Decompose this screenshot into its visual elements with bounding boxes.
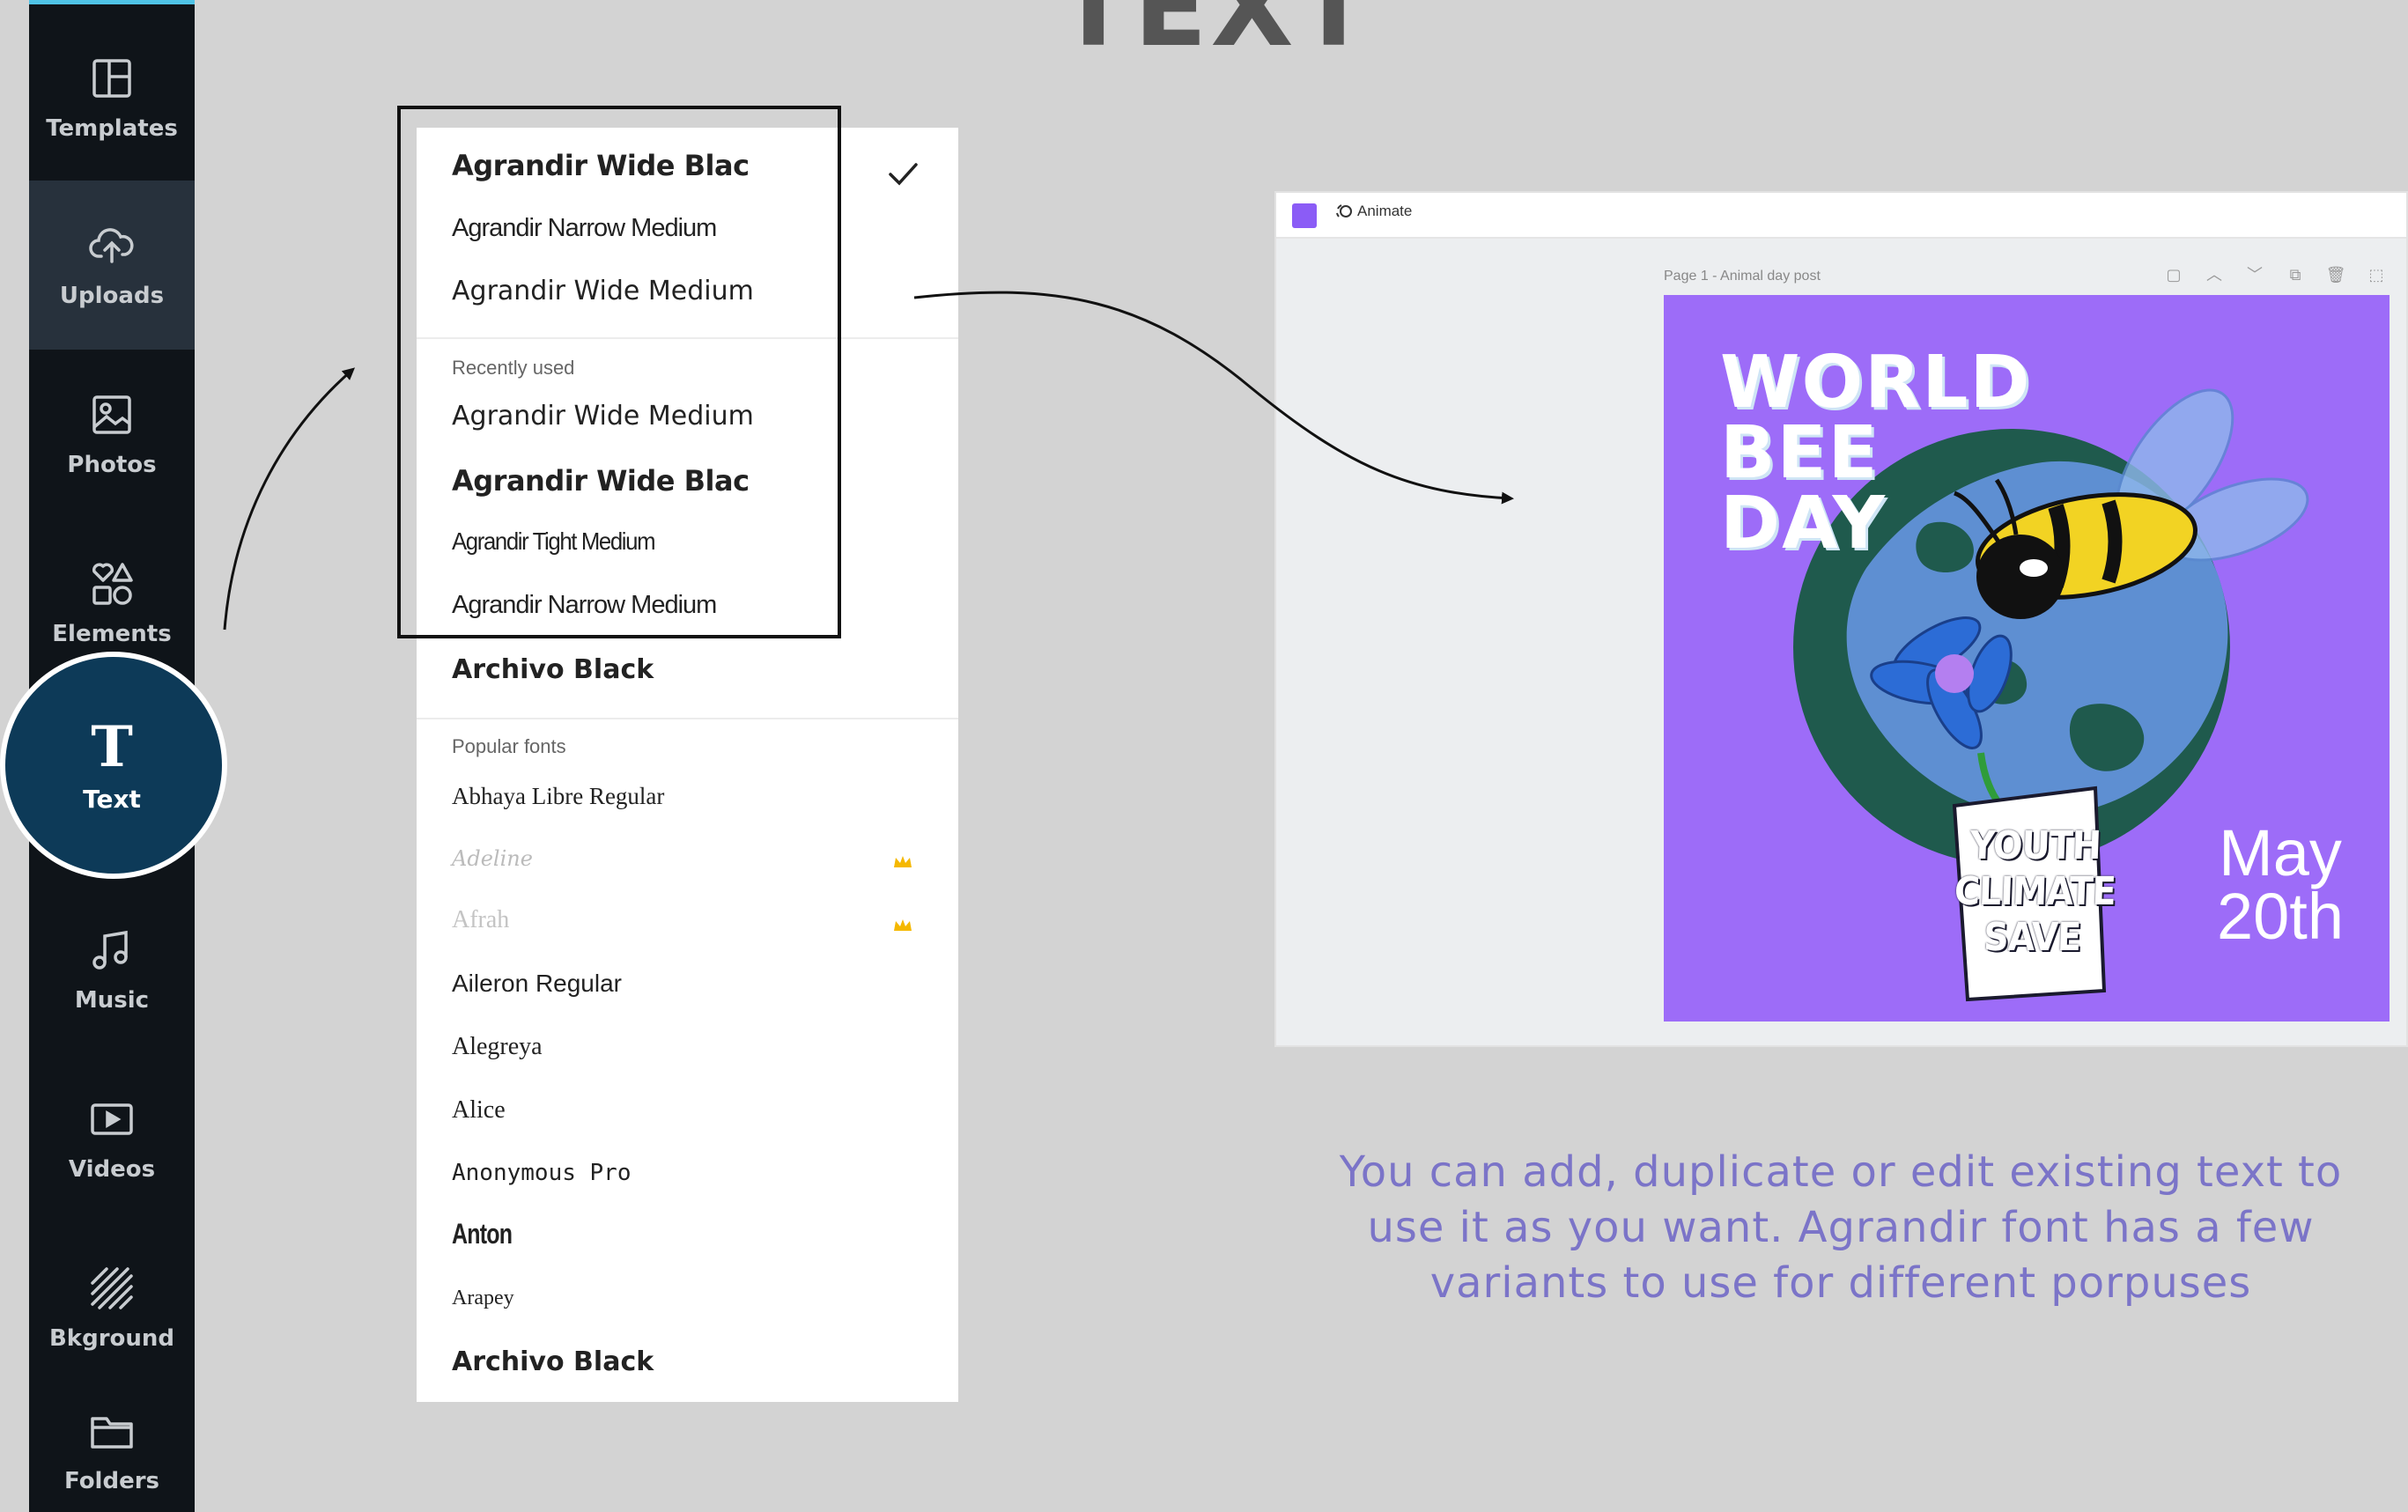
sidebar-item-label: Bkground bbox=[48, 1325, 175, 1352]
date-line: 20th bbox=[2216, 880, 2345, 953]
cloud-upload-icon bbox=[89, 228, 134, 263]
page-title: TEXT bbox=[1057, 0, 1374, 70]
headline-line: BEE bbox=[1720, 411, 1880, 495]
design-preview: Animate Page 1 - Animal day post ▢ ︿ ﹀ ⧉… bbox=[1274, 191, 2408, 1047]
font-option[interactable]: Anonymous Pro bbox=[452, 1160, 632, 1186]
add-page-icon[interactable]: ⬚ bbox=[2366, 265, 2387, 286]
sidebar-item-label: Photos bbox=[67, 452, 157, 478]
chevron-down-icon[interactable]: ﹀ bbox=[2244, 265, 2265, 286]
font-dropdown: Agrandir Wide Blac Agrandir Narrow Mediu… bbox=[417, 128, 958, 1402]
music-note-icon bbox=[92, 930, 128, 970]
color-swatch[interactable] bbox=[1292, 203, 1317, 228]
sidebar-item-label: Templates bbox=[46, 115, 178, 142]
animate-label: Animate bbox=[1357, 203, 1413, 219]
sign-line: YOUTH bbox=[1969, 823, 2101, 868]
headline-line: DAY bbox=[1720, 482, 1887, 565]
shapes-icon bbox=[92, 563, 133, 605]
note-icon[interactable]: ▢ bbox=[2163, 265, 2184, 286]
font-option[interactable]: Archivo Black bbox=[452, 654, 654, 685]
font-option[interactable]: Agrandir Tight Medium bbox=[452, 527, 656, 556]
description-text: You can add, duplicate or edit existing … bbox=[1339, 1147, 2343, 1308]
font-option[interactable]: Agrandir Narrow Medium bbox=[452, 214, 717, 243]
check-icon bbox=[889, 163, 918, 186]
design-headline[interactable]: WORLD BEE DAY bbox=[1720, 341, 2032, 565]
headline-line: WORLD bbox=[1720, 341, 2032, 424]
video-play-icon bbox=[91, 1103, 133, 1135]
artboard[interactable]: WORLD BEE DAY YOUTH CLIMATE SAVE May 20t… bbox=[1664, 295, 2390, 1022]
sign-line: SAVE bbox=[1983, 915, 2082, 960]
sidebar-item-label: Elements bbox=[52, 621, 172, 647]
duplicate-icon[interactable]: ⧉ bbox=[2285, 265, 2306, 286]
font-option[interactable]: Archivo Black bbox=[452, 1346, 654, 1377]
sidebar-item-label: Folders bbox=[63, 1468, 160, 1494]
font-option[interactable]: Agrandir Wide Medium bbox=[452, 401, 754, 431]
animate-button[interactable]: Animate bbox=[1334, 202, 1412, 221]
sidebar-item-videos[interactable]: Videos bbox=[29, 1054, 195, 1223]
crown-icon bbox=[894, 919, 912, 931]
trash-icon[interactable]: 🗑 bbox=[2325, 265, 2346, 286]
sign-text[interactable]: YOUTH CLIMATE SAVE bbox=[1952, 823, 2116, 961]
page-tools: ▢ ︿ ﹀ ⧉ 🗑 ⬚ bbox=[2163, 265, 2387, 286]
image-icon bbox=[92, 395, 131, 434]
sidebar-item-folders[interactable]: Folders bbox=[29, 1366, 195, 1512]
sidebar-item-label: Videos bbox=[68, 1156, 156, 1183]
sidebar-item-photos[interactable]: Photos bbox=[29, 350, 195, 519]
sidebar-item-music[interactable]: Music bbox=[29, 885, 195, 1054]
font-option[interactable]: Alegreya bbox=[452, 1033, 543, 1061]
templates-icon bbox=[92, 59, 131, 98]
font-option[interactable]: Afrah bbox=[452, 906, 509, 934]
page-label: Page 1 - Animal day post bbox=[1664, 269, 1821, 284]
crown-icon bbox=[894, 856, 912, 867]
font-option[interactable]: Agrandir Wide Blac bbox=[452, 464, 750, 498]
folder-icon bbox=[91, 1417, 133, 1449]
sidebar-item-label: Uploads bbox=[59, 283, 165, 309]
sidebar-item-label: Music bbox=[74, 987, 150, 1014]
font-option[interactable]: Anton bbox=[452, 1218, 513, 1250]
font-option[interactable]: Alice bbox=[452, 1096, 506, 1125]
font-option[interactable]: Agrandir Wide Medium bbox=[452, 276, 754, 306]
date-line: May bbox=[2219, 816, 2342, 889]
divider bbox=[417, 337, 958, 339]
font-option[interactable]: Adeline bbox=[452, 846, 533, 871]
sign-line: CLIMATE bbox=[1954, 869, 2116, 914]
font-option[interactable]: Abhaya Libre Regular bbox=[452, 783, 664, 810]
animate-icon bbox=[1336, 204, 1352, 218]
sidebar-item-text[interactable]: T Text bbox=[29, 687, 195, 845]
popular-fonts-label: Popular fonts bbox=[452, 735, 566, 757]
divider bbox=[417, 718, 958, 719]
font-option[interactable]: Agrandir Narrow Medium bbox=[452, 591, 717, 620]
font-option[interactable]: Agrandir Wide Blac bbox=[452, 149, 750, 182]
recently-used-label: Recently used bbox=[452, 357, 575, 379]
sidebar-item-label: Text bbox=[83, 784, 141, 814]
date-text[interactable]: May 20th bbox=[2192, 816, 2368, 953]
background-stripes-icon bbox=[91, 1267, 133, 1309]
font-option[interactable]: Arapey bbox=[452, 1287, 514, 1310]
arrow-sidebar-to-fonts bbox=[223, 367, 356, 631]
sidebar-item-uploads[interactable]: Uploads bbox=[29, 181, 195, 350]
editor-toolbar: Animate bbox=[1276, 193, 2406, 239]
text-t-icon: T bbox=[91, 713, 133, 780]
sidebar-item-templates[interactable]: Templates bbox=[29, 13, 195, 182]
chevron-up-icon[interactable]: ︿ bbox=[2204, 265, 2225, 286]
font-option[interactable]: Aileron Regular bbox=[452, 970, 622, 998]
